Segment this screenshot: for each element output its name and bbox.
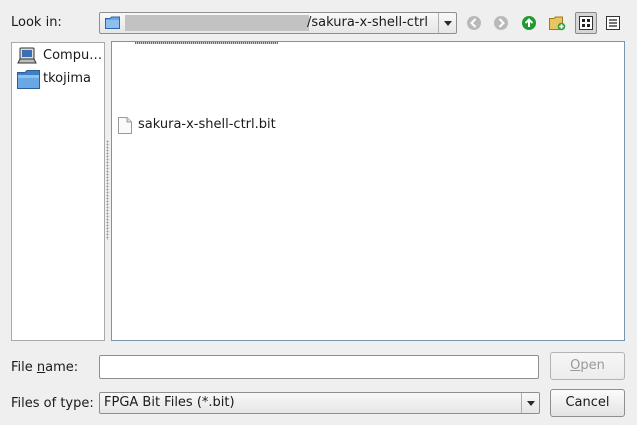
detail-view-icon [606,16,620,30]
list-view-button[interactable] [575,12,597,34]
redacted-path [125,15,309,31]
list-view-icon [579,16,593,30]
parent-directory-button[interactable] [518,12,540,34]
cancel-button[interactable]: Cancel [550,389,625,417]
new-folder-icon [549,16,566,31]
chevron-down-icon[interactable] [438,13,456,33]
computer-icon [17,47,37,64]
chevron-down-icon[interactable] [521,393,539,413]
detail-view-button[interactable] [602,12,624,34]
open-button[interactable]: Open [550,352,625,380]
file-type-value: FPGA Bit Files (*.bit) [104,395,235,410]
forward-button[interactable] [490,12,512,34]
look-in-combo[interactable]: /sakura-x-shell-ctrl [99,12,457,34]
sidebar-item-tkojima[interactable]: tkojima [16,69,104,89]
new-folder-button[interactable] [546,12,568,34]
sidebar-item-computer[interactable]: Compu… [16,46,104,66]
file-name-label: File name: [11,360,79,375]
files-of-type-label: Files of type: [11,396,94,411]
file-icon [118,117,132,134]
back-button[interactable] [463,12,485,34]
file-list-view[interactable]: sakura-x-shell-ctrl.bit [111,41,625,341]
folder-icon [17,70,40,89]
pane-splitter[interactable] [106,140,109,240]
look-in-label: Look in: [11,15,62,30]
file-name-input[interactable] [99,355,539,379]
parent-directory-icon [522,16,536,30]
file-item-label: sakura-x-shell-ctrl.bit [138,117,276,132]
look-in-path: /sakura-x-shell-ctrl [307,15,428,30]
folder-icon [105,16,120,29]
back-icon [467,16,481,30]
file-type-select[interactable]: FPGA Bit Files (*.bit) [99,392,540,414]
forward-icon [494,16,508,30]
sidebar-item-label: Compu… [43,48,103,63]
places-sidebar[interactable]: Compu… tkojima [11,42,105,341]
partial-item-edge [135,42,278,44]
sidebar-item-label: tkojima [43,71,91,86]
